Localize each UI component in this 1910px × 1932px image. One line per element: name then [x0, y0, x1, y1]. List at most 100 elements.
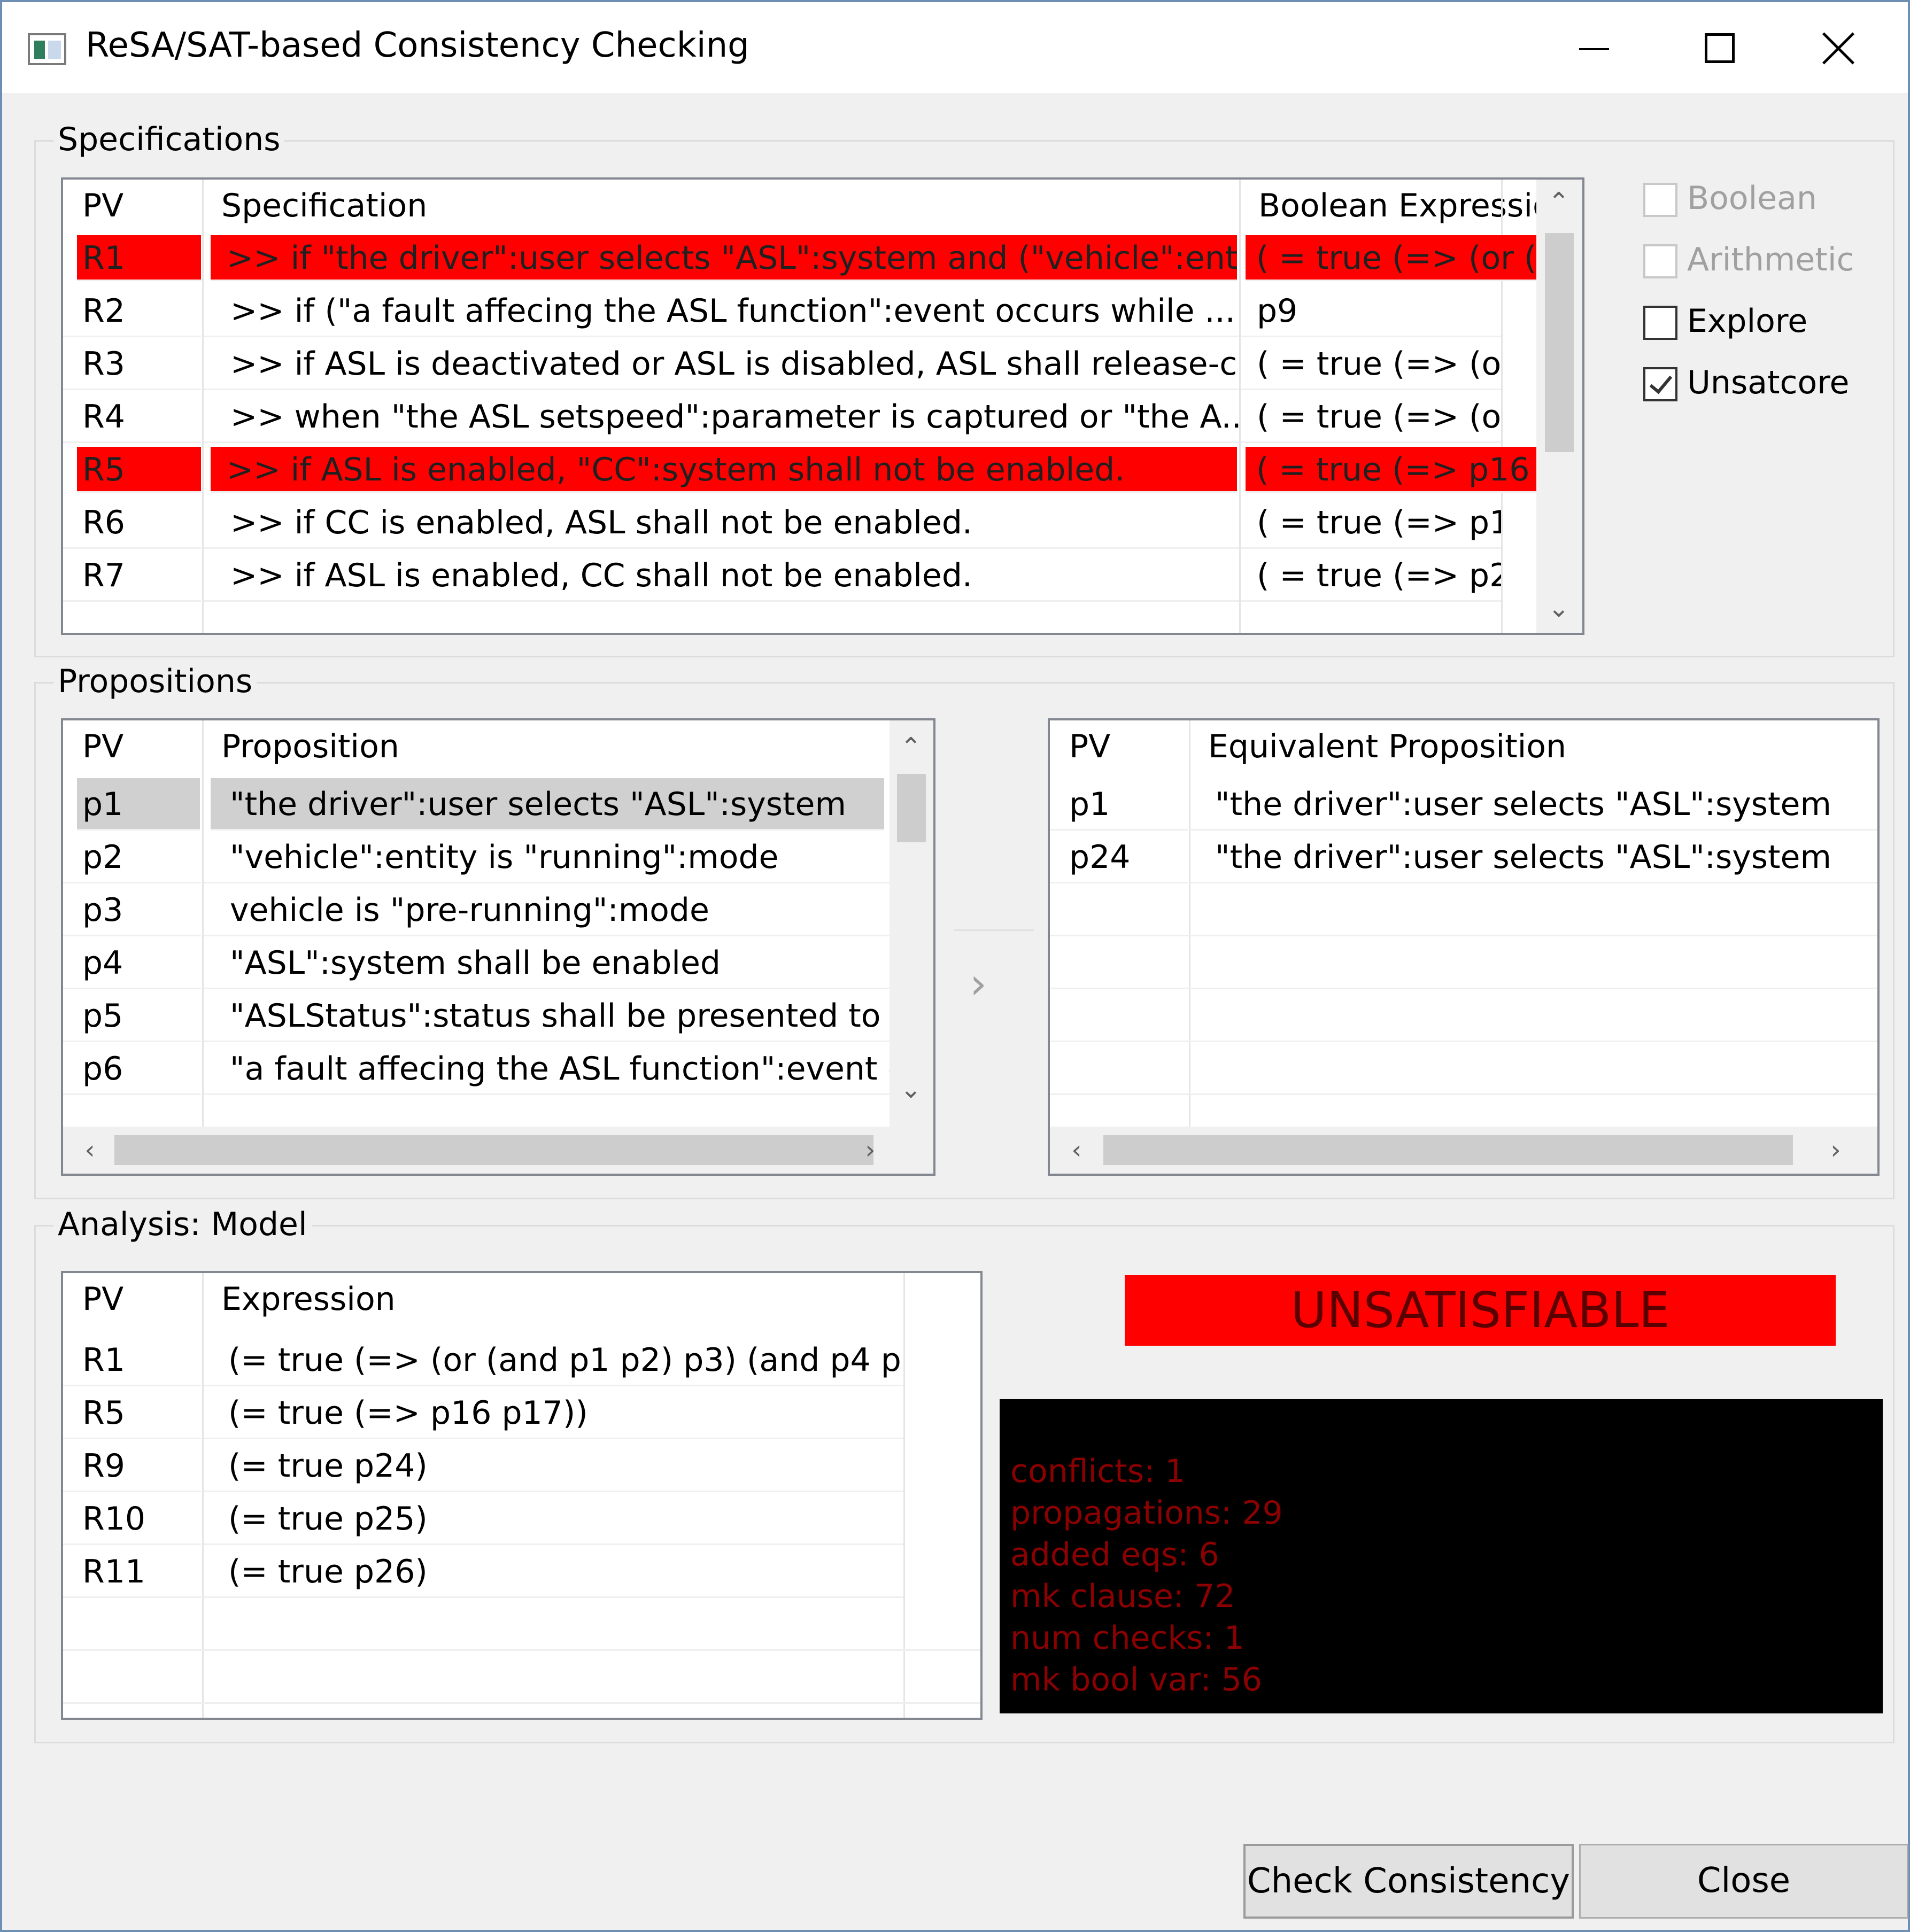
- scroll-right-icon[interactable]: ›: [854, 1134, 886, 1166]
- column-header-boolean-expression[interactable]: Boolean Expression: [1239, 180, 1560, 232]
- table-row[interactable]: R3 >> if ASL is deactivated or ASL is dis…: [63, 338, 1533, 390]
- row-proposition: "a fault affecing the ASL function":even…: [204, 1043, 890, 1095]
- propositions-hscroll[interactable]: ‹ ›: [63, 1127, 933, 1174]
- row-expression: (= true (=> (or (and p1 p2) p3) (and p4 …: [204, 1334, 903, 1386]
- scroll-thumb[interactable]: [1103, 1135, 1793, 1165]
- table-row[interactable]: R9 (= true p24): [63, 1440, 980, 1492]
- boolean-checkbox: [1643, 183, 1677, 217]
- table-row[interactable]: R10 (= true p25): [63, 1493, 980, 1545]
- table-row[interactable]: p3 vehicle is "pre-running":mode: [63, 884, 890, 936]
- unsatcore-checkbox[interactable]: [1643, 367, 1677, 401]
- table-row[interactable]: p4 "ASL":system shall be enabled: [63, 937, 890, 989]
- row-boolean-expression: ( = true (=> p20 ...: [1241, 549, 1501, 602]
- scroll-thumb[interactable]: [114, 1135, 873, 1165]
- scroll-right-icon[interactable]: ›: [1820, 1134, 1852, 1166]
- column-header-pv[interactable]: PV: [63, 180, 204, 232]
- table-row[interactable]: p5 "ASLStatus":status shall be presented …: [63, 990, 890, 1042]
- row-specification: >> when "the ASL setspeed":parameter is …: [204, 391, 1239, 443]
- table-row[interactable]: p1 "the driver":user selects "ASL":system: [1050, 778, 1877, 831]
- table-row[interactable]: R4 >> when "the ASL setspeed":parameter i…: [63, 391, 1533, 443]
- table-row[interactable]: p24 "the driver":user selects "ASL":syste…: [1050, 831, 1877, 883]
- scroll-up-icon[interactable]: ⌃: [1543, 186, 1575, 218]
- scroll-down-icon[interactable]: ⌄: [1543, 592, 1575, 624]
- row-pv: p2: [63, 831, 201, 883]
- row-specification: >> if ASL is enabled, CC shall not be en…: [204, 549, 1239, 602]
- table-row[interactable]: R5 (= true (=> p16 p17)): [63, 1387, 980, 1439]
- column-header-expression[interactable]: Expression: [202, 1273, 961, 1325]
- scroll-thumb[interactable]: [1545, 233, 1574, 452]
- specifications-label: Specifications: [53, 121, 285, 158]
- row-proposition: "vehicle":entity is "running":mode: [204, 831, 890, 883]
- analysis-header: PV Expression: [63, 1273, 980, 1325]
- row-boolean-expression: ( = true (=> (or p...: [1241, 338, 1501, 390]
- row-pv: R10: [63, 1493, 201, 1545]
- row-boolean-expression: ( = true (=> (or (...: [1246, 235, 1557, 281]
- solver-stats-console: conflicts: 1 propagations: 29 added eqs: 6…: [1000, 1399, 1883, 1713]
- column-header-pv[interactable]: PV: [1050, 720, 1191, 773]
- row-boolean-expression: ( = true (=> p18 ...: [1241, 496, 1501, 549]
- explore-checkbox[interactable]: [1643, 306, 1677, 340]
- table-row[interactable]: R6 >> if CC is enabled, ASL shall not be …: [63, 496, 1533, 549]
- check-consistency-button[interactable]: Check Consistency: [1243, 1844, 1574, 1919]
- analysis-model-table[interactable]: PV Expression R1 (= true (=> (or (and p1 …: [61, 1271, 983, 1720]
- empty-row: [1050, 990, 1877, 1042]
- row-pv: R5: [77, 447, 201, 493]
- row-pv: p24: [1050, 831, 1188, 883]
- scroll-thumb[interactable]: [897, 774, 926, 842]
- close-window-icon[interactable]: [1806, 18, 1886, 77]
- scroll-left-icon[interactable]: ‹: [1061, 1134, 1093, 1166]
- specifications-table[interactable]: PV Specification Boolean Expression R1 >>…: [61, 177, 1584, 635]
- row-pv: R1: [63, 1334, 201, 1386]
- row-pv: R4: [63, 391, 201, 443]
- column-header-pv[interactable]: PV: [63, 1273, 204, 1325]
- empty-row: [1050, 937, 1877, 989]
- column-header-specification[interactable]: Specification: [202, 180, 1239, 232]
- stat-line: added eqs: 6: [1010, 1536, 1219, 1573]
- equivalent-hscroll[interactable]: ‹ ›: [1050, 1127, 1877, 1174]
- row-specification: >> if "the driver":user selects "ASL":sy…: [211, 235, 1237, 281]
- column-header-equivalent-proposition[interactable]: Equivalent Proposition: [1189, 720, 1877, 773]
- table-row[interactable]: R1 >> if "the driver":user selects "ASL":…: [63, 232, 1557, 284]
- stat-line: conflicts: 1: [1010, 1453, 1186, 1490]
- row-pv: p1: [77, 778, 200, 831]
- row-specification: >> if ASL is enabled, "CC":system shall …: [211, 447, 1237, 493]
- empty-row: [1050, 884, 1877, 936]
- row-boolean-expression: p9: [1241, 285, 1501, 337]
- table-row[interactable]: R11 (= true p26): [63, 1546, 980, 1598]
- minimize-icon[interactable]: [1552, 18, 1633, 77]
- propositions-table[interactable]: PV Proposition p1 "the driver":user selec…: [61, 718, 935, 1176]
- status-banner: UNSATISFIABLE: [1125, 1275, 1836, 1346]
- arithmetic-label: Arithmetic: [1687, 241, 1854, 278]
- column-header-proposition[interactable]: Proposition: [202, 720, 892, 773]
- transfer-arrow-icon[interactable]: ›: [970, 959, 987, 1008]
- row-pv: R6: [63, 496, 201, 549]
- specifications-vscroll[interactable]: ⌃ ⌄: [1536, 180, 1582, 633]
- empty-cell: [63, 1651, 980, 1704]
- row-expression: (= true p26): [204, 1546, 903, 1598]
- scroll-down-icon[interactable]: ⌄: [895, 1073, 927, 1105]
- stat-line: mk clause: 72: [1010, 1578, 1235, 1615]
- column-header-pv[interactable]: PV: [63, 720, 204, 773]
- table-row[interactable]: p1 "the driver":user selects "ASL":system: [63, 778, 890, 831]
- scroll-left-icon[interactable]: ‹: [74, 1134, 106, 1166]
- table-row[interactable]: R5 >> if ASL is enabled, "CC":system shal…: [63, 444, 1557, 496]
- title-bar: ReSA/SAT-based Consistency Checking: [2, 2, 1908, 93]
- table-row[interactable]: p2 "vehicle":entity is "running":mode: [63, 831, 890, 883]
- row-pv: R9: [63, 1440, 201, 1492]
- equivalent-propositions-table[interactable]: PV Equivalent Proposition p1 "the driver"…: [1048, 718, 1880, 1176]
- propositions-vscroll[interactable]: ⌃ ⌄: [890, 720, 933, 1127]
- table-row[interactable]: R1 (= true (=> (or (and p1 p2) p3) (and p…: [63, 1334, 980, 1386]
- empty-cell: [1050, 990, 1877, 1042]
- row-specification: >> if ("a fault affecing the ASL functio…: [204, 285, 1239, 337]
- row-proposition: "ASLStatus":status shall be presented to…: [204, 990, 890, 1042]
- row-pv: R2: [63, 285, 201, 337]
- stat-line: mk bool var: 56: [1010, 1661, 1263, 1698]
- maximize-icon[interactable]: [1678, 18, 1758, 77]
- close-button[interactable]: Close: [1579, 1844, 1908, 1919]
- row-expression: (= true p25): [204, 1493, 903, 1545]
- propositions-header: PV Proposition: [63, 720, 892, 773]
- table-row[interactable]: R7 >> if ASL is enabled, CC shall not be …: [63, 549, 1533, 602]
- table-row[interactable]: R2 >> if ("a fault affecing the ASL funct…: [63, 285, 1533, 337]
- table-row[interactable]: p6 "a fault affecing the ASL function":ev…: [63, 1043, 890, 1095]
- scroll-up-icon[interactable]: ⌃: [895, 731, 927, 763]
